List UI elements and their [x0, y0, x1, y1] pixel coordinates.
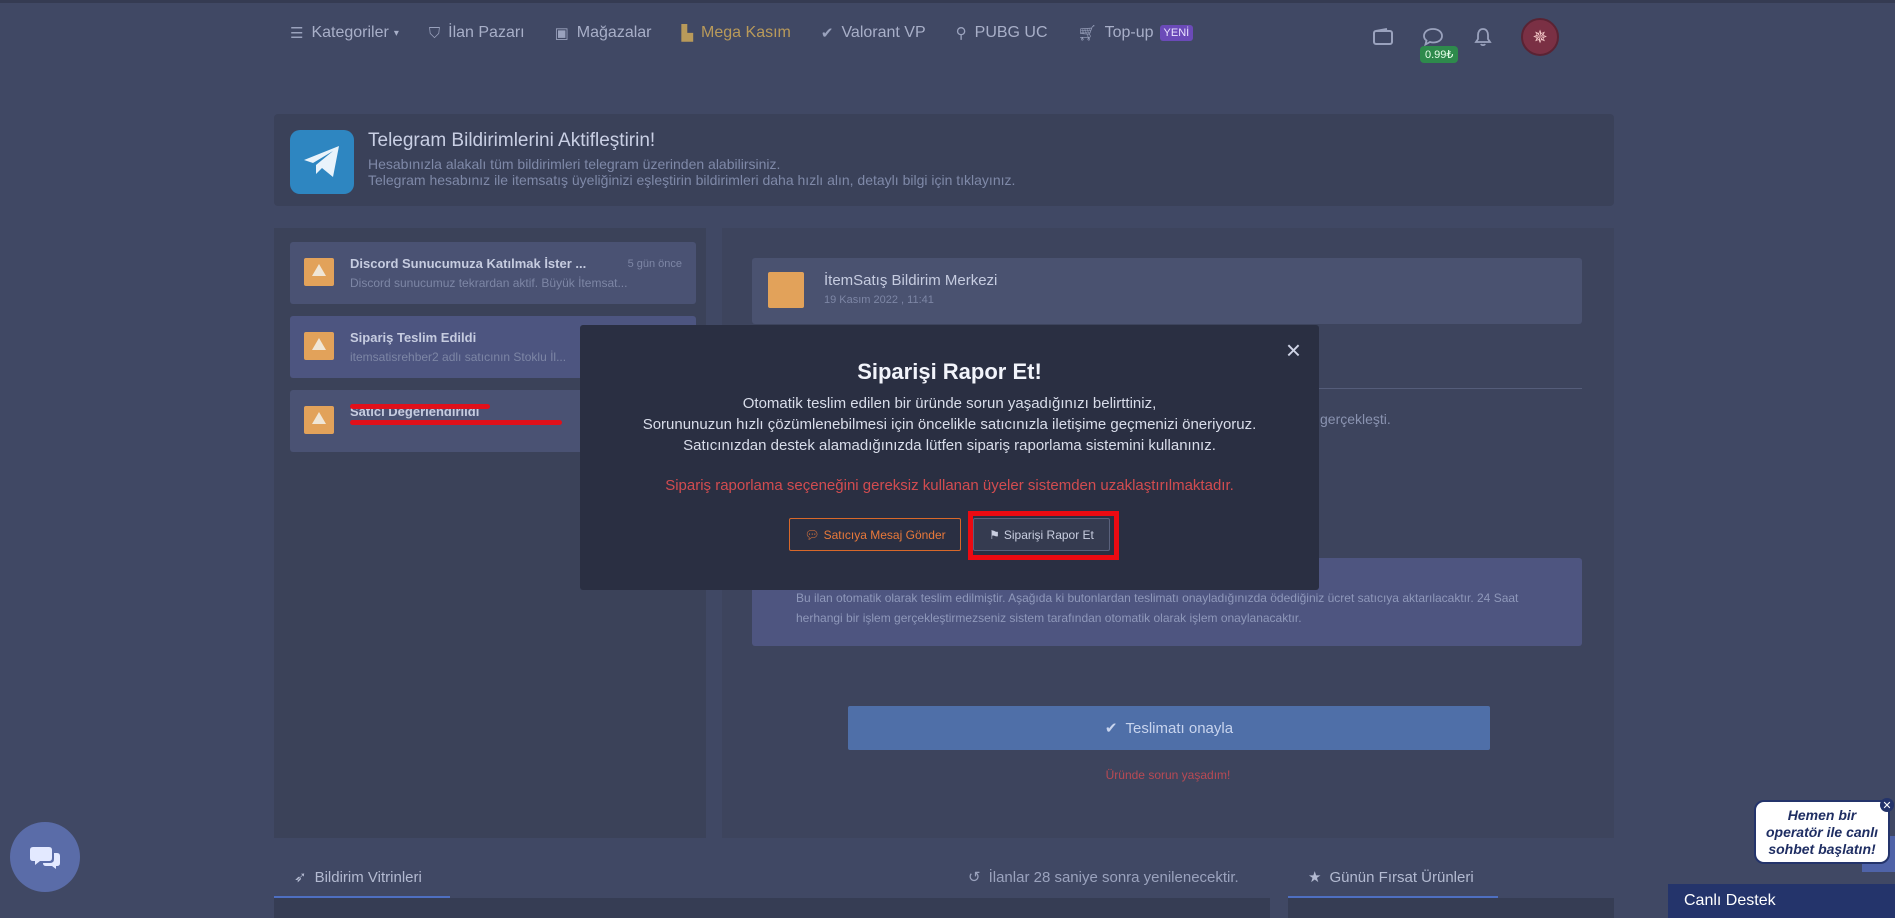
highlight-box	[968, 511, 1119, 560]
wallet-icon[interactable]	[1371, 25, 1395, 49]
valorant-icon: ✔	[820, 25, 834, 42]
modal-warning: Sipariş raporlama seçeneğini gereksiz ku…	[665, 477, 1234, 494]
tab-bildirim-vitrinleri[interactable]: ➶ Bildirim Vitrinleri	[294, 868, 422, 887]
bottom-section: ➶ Bildirim Vitrinleri ↺ İlanlar 28 saniy…	[274, 858, 1614, 918]
modal-title: Siparişi Rapor Et!	[857, 359, 1042, 384]
telegram-title: Telegram Bildirimlerini Aktifleştirin!	[368, 130, 656, 151]
notification-item-discord[interactable]: Discord Sunucumuza Katılmak İster ... Di…	[290, 242, 696, 304]
telegram-line-1: Hesabınızla alakalı tüm bildirimleri tel…	[368, 156, 781, 172]
close-icon[interactable]: ✕	[1880, 798, 1894, 812]
wallet-balance: 0.99₺	[1420, 46, 1459, 63]
nav-top-up[interactable]: 🛒︎ Top-up YENİ	[1078, 24, 1194, 42]
nav-ilan-pazari[interactable]: ⛉ İlan Pazarı	[429, 24, 525, 42]
avatar[interactable]: ✵	[1521, 18, 1559, 56]
star-icon: ★	[1308, 869, 1322, 886]
history-icon: ↺	[968, 869, 981, 886]
main-nav: ☰ Kategoriler ▾ ⛉ İlan Pazarı ▣ Mağazala…	[290, 24, 1223, 42]
comments-icon: 💬︎	[804, 527, 820, 542]
redaction-mark	[350, 404, 490, 409]
refresh-notice: ↺ İlanlar 28 saniye sonra yenilenecektir…	[968, 868, 1239, 887]
telegram-icon	[290, 130, 354, 194]
showcase-area	[274, 898, 1270, 918]
building-icon: ▙	[681, 25, 694, 42]
telegram-banner[interactable]: Telegram Bildirimlerini Aktifleştirin! H…	[274, 114, 1614, 206]
top-right-actions: ✵	[1371, 18, 1559, 56]
check-icon: ✔	[1104, 720, 1118, 737]
nav-magazalar[interactable]: ▣ Mağazalar	[555, 24, 652, 42]
top-navbar: ☰ Kategoriler ▾ ⛉ İlan Pazarı ▣ Mağazala…	[0, 0, 1895, 72]
message-header: İtemSatış Bildirim Merkezi 19 Kasım 2022…	[752, 258, 1582, 324]
chat-widget-button[interactable]	[10, 822, 80, 892]
envelope-icon	[768, 272, 804, 308]
bell-icon[interactable]	[1471, 25, 1495, 49]
message-body: gerçekleşti.	[1320, 411, 1391, 427]
report-problem-link[interactable]: Üründe sorun yaşadım!	[722, 768, 1614, 782]
chat-bubbles-icon	[30, 847, 60, 869]
basket-icon: ⛉	[428, 24, 441, 42]
send-message-to-seller-button[interactable]: 💬︎ Satıcıya Mesaj Gönder	[789, 518, 961, 551]
nav-pubg-uc[interactable]: ⚲ PUBG UC	[956, 24, 1048, 42]
modal-description: Otomatik teslim edilen bir üründe sorun …	[642, 395, 1257, 454]
envelope-icon	[304, 406, 334, 434]
envelope-icon	[304, 258, 334, 286]
report-order-modal: × Siparişi Rapor Et! Otomatik teslim edi…	[580, 325, 1319, 590]
rocket-icon: ➶	[294, 869, 307, 886]
deals-area	[1288, 898, 1614, 918]
live-support-bar[interactable]: Canlı Destek	[1668, 884, 1895, 918]
new-badge: YENİ	[1159, 25, 1194, 41]
confirm-delivery-button[interactable]: ✔ Teslimatı onayla	[848, 706, 1490, 750]
nav-categories[interactable]: ☰ Kategoriler ▾	[290, 24, 399, 42]
emblem-icon: ✵	[1532, 26, 1548, 47]
redaction-mark	[350, 420, 562, 425]
nav-valorant-vp[interactable]: ✔ Valorant VP	[821, 24, 926, 42]
envelope-icon	[304, 332, 334, 360]
top-border	[0, 0, 1895, 3]
caret-down-icon: ▾	[393, 27, 399, 39]
cart-icon: 🛒︎	[1077, 25, 1097, 42]
telegram-line-2: Telegram hesabınız ile itemsatış üyeliği…	[368, 172, 1016, 188]
list-icon: ☰	[290, 25, 304, 42]
nav-mega-kasim[interactable]: ▙ Mega Kasım	[682, 24, 791, 42]
tab-gunun-firsat-urunleri[interactable]: ★ Günün Fırsat Ürünleri	[1308, 868, 1474, 887]
operator-prompt[interactable]: Hemen bir operatör ile canlı sohbet başl…	[1754, 800, 1890, 864]
pubg-icon: ⚲	[955, 25, 967, 42]
store-icon: ▣	[554, 25, 569, 42]
